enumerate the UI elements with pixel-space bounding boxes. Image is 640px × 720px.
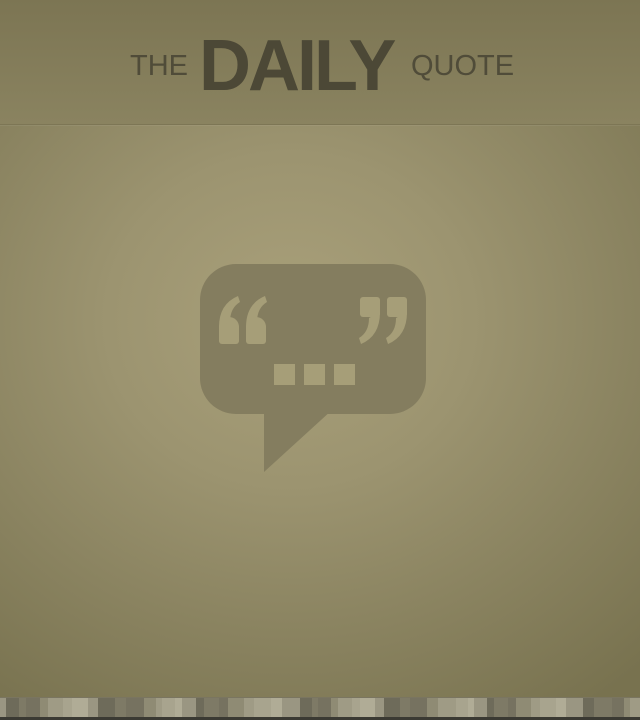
bubble-tail-shape	[264, 410, 332, 472]
app-screen: THE DAILY QUOTE	[0, 0, 640, 720]
bottom-pattern-strip	[0, 697, 640, 718]
logo-quote-text: QUOTE	[411, 50, 515, 82]
app-logo: THE DAILY QUOTE	[0, 0, 640, 124]
logo-the-text: THE	[130, 50, 188, 82]
logo-daily-text: DAILY	[199, 26, 396, 106]
header-bar: THE DAILY QUOTE	[0, 0, 640, 125]
quote-speech-bubble-icon	[200, 264, 428, 474]
ellipsis-dots	[274, 364, 355, 385]
